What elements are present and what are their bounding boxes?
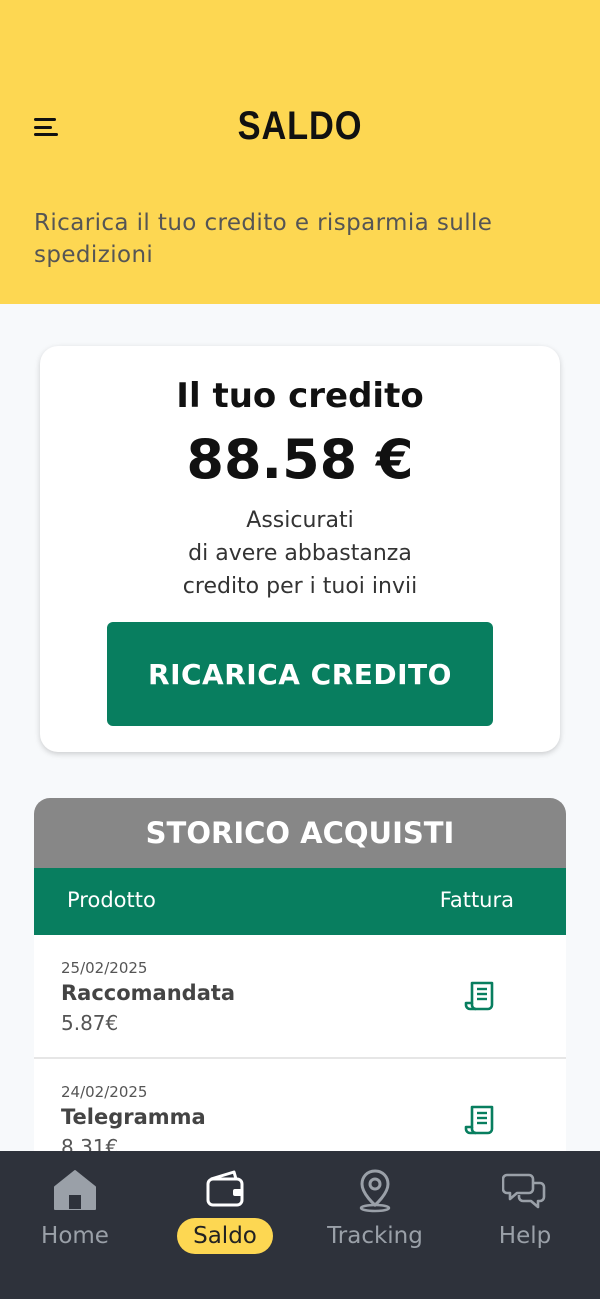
row-price: 5.87€: [61, 1011, 119, 1035]
row-date: 24/02/2025: [61, 1083, 148, 1101]
tab-home[interactable]: Home: [0, 1151, 150, 1299]
tab-saldo[interactable]: Saldo: [150, 1151, 300, 1299]
page-title: SALDO: [237, 104, 363, 148]
tab-saldo-label: Saldo: [177, 1218, 273, 1254]
invoice-icon[interactable]: [464, 1103, 498, 1137]
credit-note-line: credito per i tuoi invii: [182, 574, 418, 599]
credit-note-line: Assicurati: [246, 508, 354, 533]
bottom-tab-bar: Home Saldo Tracking Help: [0, 1151, 600, 1299]
tab-tracking-label: Tracking: [327, 1223, 423, 1249]
chat-bubbles-icon: [502, 1173, 546, 1209]
header: SALDO Ricarica il tuo credito e risparmi…: [0, 0, 600, 304]
credit-amount: 88.58 €: [186, 428, 414, 491]
history-title: STORICO ACQUISTI: [34, 798, 566, 868]
credit-note-line: di avere abbastanza: [188, 541, 412, 566]
column-invoice: Fattura: [439, 888, 514, 912]
home-icon: [54, 1170, 96, 1210]
map-pin-icon: [359, 1169, 391, 1213]
invoice-icon[interactable]: [464, 979, 498, 1013]
tab-help-label: Help: [498, 1223, 552, 1249]
row-product: Telegramma: [61, 1105, 206, 1129]
tab-home-label: Home: [41, 1223, 109, 1249]
tab-tracking[interactable]: Tracking: [300, 1151, 450, 1299]
history-row: 25/02/2025 Raccomandata 5.87€: [34, 935, 566, 1059]
row-date: 25/02/2025: [61, 959, 148, 977]
credit-note: Assicurati di avere abbastanza credito p…: [40, 504, 560, 603]
row-product: Raccomandata: [61, 981, 236, 1005]
recharge-credit-button[interactable]: RICARICA CREDITO: [107, 622, 493, 726]
credit-card: Il tuo credito 88.58 € Assicurati di ave…: [40, 346, 560, 752]
purchase-history: STORICO ACQUISTI Prodotto Fattura 25/02/…: [34, 798, 566, 1198]
history-column-header: Prodotto Fattura: [34, 868, 566, 935]
credit-title: Il tuo credito: [176, 376, 424, 416]
tab-help[interactable]: Help: [450, 1151, 600, 1299]
wallet-icon: [206, 1170, 244, 1207]
column-product: Prodotto: [67, 888, 156, 912]
page-subtitle: Ricarica il tuo credito e risparmia sull…: [34, 210, 493, 268]
